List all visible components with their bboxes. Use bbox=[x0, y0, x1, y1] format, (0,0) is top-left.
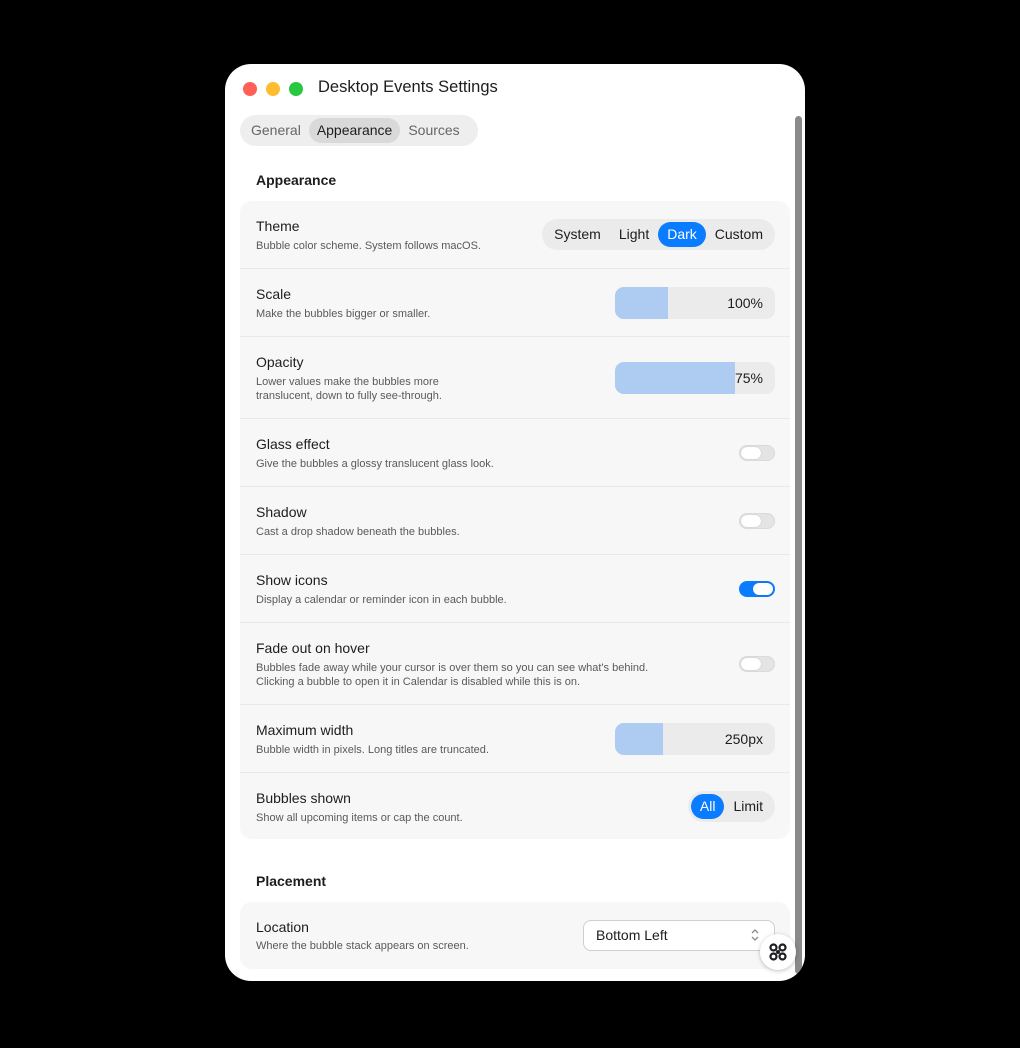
show-icons-title: Show icons bbox=[256, 572, 328, 588]
theme-title: Theme bbox=[256, 218, 300, 234]
window-title: Desktop Events Settings bbox=[318, 78, 498, 96]
fade-on-hover-toggle[interactable] bbox=[739, 656, 775, 672]
fade-desc-line-1: Bubbles fade away while your cursor is o… bbox=[256, 662, 649, 674]
fade-on-hover-title: Fade out on hover bbox=[256, 640, 370, 656]
appearance-card: Theme Bubble color scheme. System follow… bbox=[240, 201, 790, 839]
theme-option-custom[interactable]: Custom bbox=[706, 222, 772, 247]
scale-row: Scale Make the bubbles bigger or smaller… bbox=[240, 269, 790, 337]
theme-row: Theme Bubble color scheme. System follow… bbox=[240, 201, 790, 269]
bubbles-shown-segmented-control: All Limit bbox=[687, 791, 775, 822]
fade-desc-line-2: Clicking a bubble to open it in Calendar… bbox=[256, 676, 581, 688]
shadow-toggle[interactable] bbox=[739, 513, 775, 529]
tab-appearance[interactable]: Appearance bbox=[308, 118, 401, 143]
scale-slider[interactable]: 100% bbox=[615, 287, 775, 319]
toggle-knob bbox=[741, 515, 761, 527]
scale-value: 100% bbox=[727, 295, 763, 311]
glass-effect-title: Glass effect bbox=[256, 436, 330, 452]
tab-general[interactable]: General bbox=[243, 118, 309, 143]
max-width-title: Maximum width bbox=[256, 722, 354, 738]
toggle-knob bbox=[741, 658, 761, 670]
theme-option-dark[interactable]: Dark bbox=[658, 222, 706, 247]
tab-sources[interactable]: Sources bbox=[400, 118, 467, 143]
placement-card: Location Where the bubble stack appears … bbox=[240, 902, 790, 969]
location-select[interactable]: Bottom Left bbox=[583, 920, 775, 951]
toggle-knob bbox=[753, 583, 773, 595]
shadow-row: Shadow Cast a drop shadow beneath the bu… bbox=[240, 487, 790, 555]
glass-effect-toggle[interactable] bbox=[739, 445, 775, 461]
show-icons-toggle[interactable] bbox=[739, 581, 775, 597]
tab-bar: General Appearance Sources bbox=[240, 115, 478, 146]
opacity-value: 75% bbox=[734, 370, 763, 386]
opacity-slider-fill bbox=[615, 362, 735, 394]
theme-option-system[interactable]: System bbox=[545, 222, 610, 247]
zoom-window-button[interactable] bbox=[289, 82, 303, 96]
bubbles-shown-desc: Show all upcoming items or cap the count… bbox=[256, 812, 463, 824]
placement-section-heading: Placement bbox=[256, 873, 327, 889]
bubbles-option-limit[interactable]: Limit bbox=[724, 794, 772, 819]
scrollbar[interactable] bbox=[795, 116, 802, 974]
show-icons-row: Show icons Display a calendar or reminde… bbox=[240, 555, 790, 623]
fade-on-hover-row: Fade out on hover Bubbles fade away whil… bbox=[240, 623, 790, 705]
toggle-knob bbox=[741, 447, 761, 459]
bubbles-shown-title: Bubbles shown bbox=[256, 790, 351, 806]
scale-slider-fill bbox=[615, 287, 668, 319]
appearance-section-heading: Appearance bbox=[256, 172, 337, 188]
theme-segmented-control: System Light Dark Custom bbox=[542, 219, 775, 250]
max-width-slider-fill bbox=[615, 723, 663, 755]
shadow-title: Shadow bbox=[256, 504, 307, 520]
glass-effect-desc: Give the bubbles a glossy translucent gl… bbox=[256, 458, 494, 470]
bubbles-shown-row: Bubbles shown Show all upcoming items or… bbox=[240, 773, 790, 840]
settings-window: Desktop Events Settings General Appearan… bbox=[225, 64, 805, 981]
title-bar: Desktop Events Settings bbox=[225, 64, 805, 114]
chevron-up-down-icon bbox=[751, 929, 759, 941]
opacity-row: Opacity Lower values make the bubbles mo… bbox=[240, 337, 790, 419]
close-window-button[interactable] bbox=[243, 82, 257, 96]
theme-option-light[interactable]: Light bbox=[610, 222, 658, 247]
minimize-window-button[interactable] bbox=[266, 82, 280, 96]
show-icons-desc: Display a calendar or reminder icon in e… bbox=[256, 594, 507, 606]
opacity-slider[interactable]: 75% bbox=[615, 362, 775, 394]
opacity-title: Opacity bbox=[256, 354, 304, 370]
location-select-value: Bottom Left bbox=[596, 927, 668, 943]
max-width-row: Maximum width Bubble width in pixels. Lo… bbox=[240, 705, 790, 773]
location-title: Location bbox=[256, 919, 309, 935]
fade-on-hover-desc: Bubbles fade away while your cursor is o… bbox=[256, 661, 696, 689]
command-key-icon bbox=[769, 943, 787, 961]
command-key-button[interactable] bbox=[760, 934, 796, 970]
scale-title: Scale bbox=[256, 286, 292, 302]
shadow-desc: Cast a drop shadow beneath the bubbles. bbox=[256, 526, 460, 538]
max-width-value: 250px bbox=[724, 731, 763, 747]
max-width-slider[interactable]: 250px bbox=[615, 723, 775, 755]
bubbles-option-all[interactable]: All bbox=[690, 794, 725, 819]
location-row: Location Where the bubble stack appears … bbox=[240, 902, 790, 969]
glass-effect-row: Glass effect Give the bubbles a glossy t… bbox=[240, 419, 790, 487]
